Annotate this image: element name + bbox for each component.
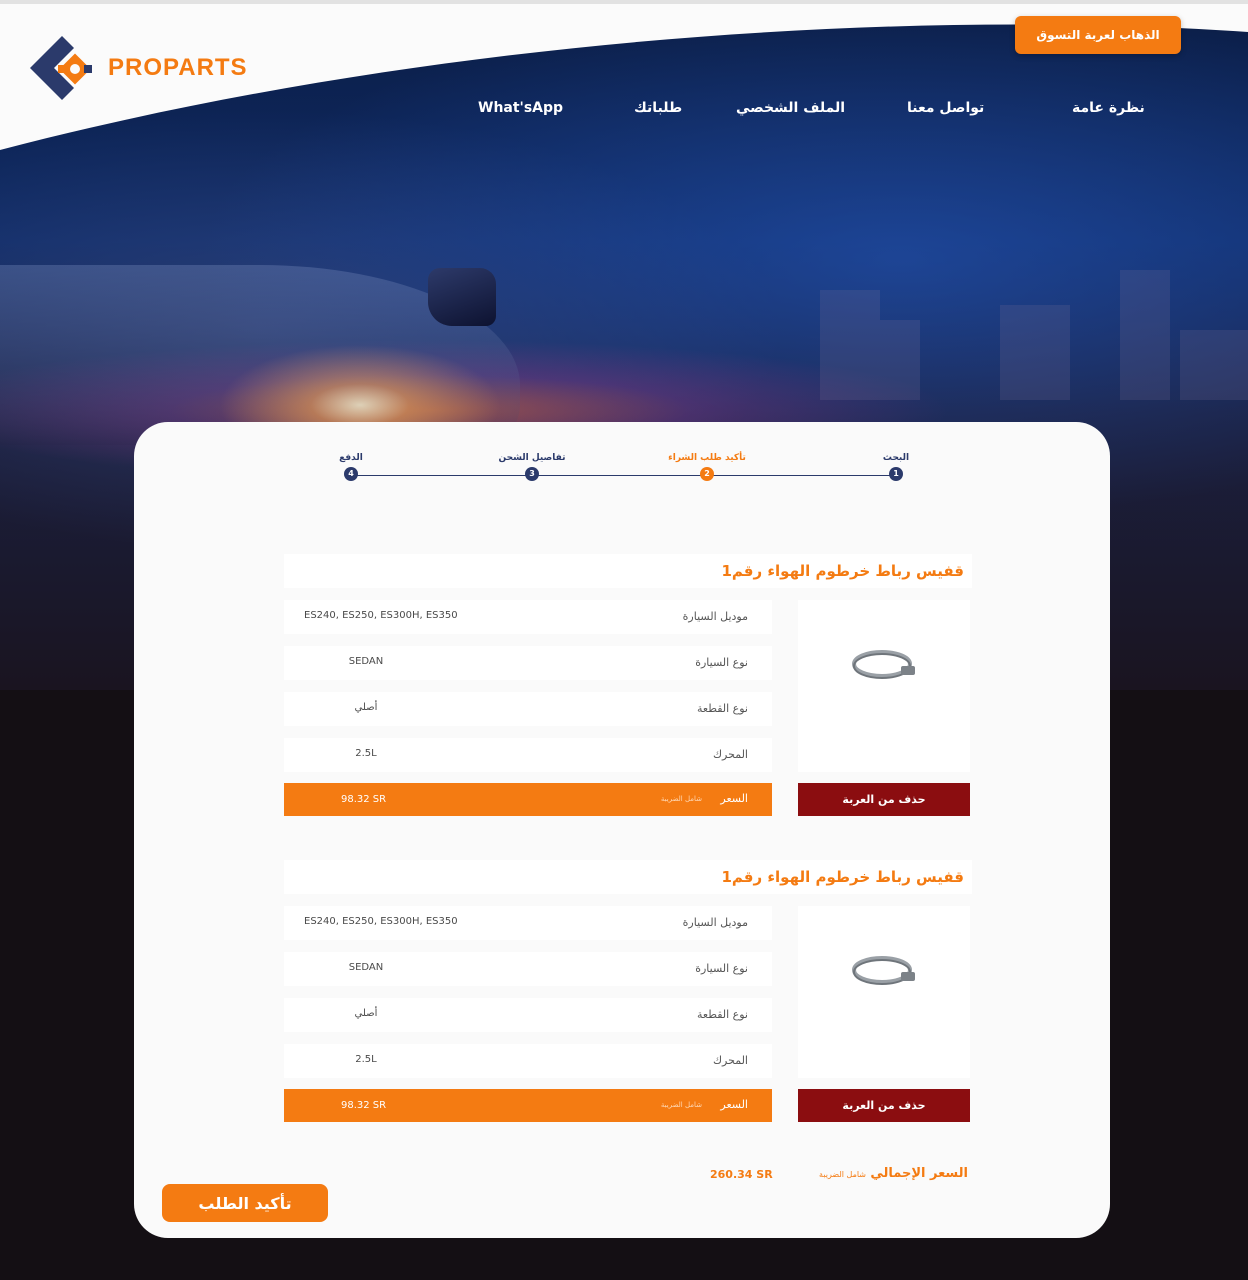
- spec-value: ES240, ES250, ES300H, ES350: [304, 916, 458, 927]
- confirm-order-button[interactable]: تأكيد الطلب: [162, 1184, 328, 1222]
- city-building: [880, 320, 920, 400]
- step-confirm-order[interactable]: تأكيد طلب الشراء 2: [647, 450, 767, 481]
- spec-row-part-type: نوع القطعة أصلي: [284, 998, 772, 1032]
- nav-orders[interactable]: طلباتك: [634, 100, 682, 116]
- step-payment[interactable]: الدفع 4: [291, 450, 411, 481]
- price-bar: السعر شامل الضريبة 98.32 SR: [284, 1089, 772, 1122]
- order-card: البحث 1 تأكيد طلب الشراء 2 تفاصيل الشحن …: [134, 422, 1110, 1238]
- spec-value: ES240, ES250, ES300H, ES350: [304, 610, 458, 621]
- nav-whatsapp[interactable]: What'sApp: [478, 100, 563, 116]
- city-building: [820, 290, 880, 400]
- spec-value: 2.5L: [355, 748, 377, 759]
- spec-row-model: موديل السيارة ES240, ES250, ES300H, ES35…: [284, 906, 772, 940]
- stepper-line: [350, 475, 896, 476]
- cart-item: قفيس رباط خرطوم الهواء رقم1 موديل السيار…: [284, 860, 972, 1124]
- remove-from-cart-button[interactable]: حذف من العربة: [798, 1089, 970, 1122]
- price-label: السعر: [720, 1098, 748, 1111]
- step-number: 1: [889, 467, 903, 481]
- total-price-label: السعر الإجمالي: [870, 1166, 968, 1181]
- hose-clamp-icon: [852, 956, 915, 985]
- spec-label: موديل السيارة: [682, 610, 748, 623]
- spec-label: المحرك: [712, 1054, 748, 1067]
- total-price-value: 260.34 SR: [710, 1168, 773, 1181]
- spec-value: أصلي: [354, 1008, 378, 1019]
- go-to-cart-button[interactable]: الذهاب لعربة التسوق: [1015, 16, 1181, 54]
- spec-row-car-type: نوع السيارة SEDAN: [284, 646, 772, 680]
- nav-overview[interactable]: نظرة عامة: [1072, 100, 1145, 116]
- price-tax-note: شامل الضريبة: [660, 1101, 702, 1109]
- spec-value: SEDAN: [348, 962, 384, 973]
- total-tax-note: شامل الضريبة: [819, 1170, 866, 1179]
- step-number: 4: [344, 467, 358, 481]
- product-title: قفيس رباط خرطوم الهواء رقم1: [284, 554, 972, 588]
- spec-label: نوع القطعة: [696, 1008, 748, 1021]
- spec-row-part-type: نوع القطعة أصلي: [284, 692, 772, 726]
- step-search[interactable]: البحث 1: [836, 450, 956, 481]
- spec-row-engine: المحرك 2.5L: [284, 1044, 772, 1078]
- spec-value: 2.5L: [355, 1054, 377, 1065]
- spec-label: موديل السيارة: [682, 916, 748, 929]
- proparts-logo-icon: [30, 36, 92, 100]
- spec-row-model: موديل السيارة ES240, ES250, ES300H, ES35…: [284, 600, 772, 634]
- spec-value: أصلي: [354, 702, 378, 713]
- nav-contact[interactable]: تواصل معنا: [907, 100, 984, 116]
- spec-label: نوع السيارة: [695, 656, 748, 669]
- step-number: 2: [700, 467, 714, 481]
- product-image: [798, 600, 970, 772]
- browser-edge: [0, 0, 1248, 4]
- main-nav: نظرة عامة تواصل معنا الملف الشخصي طلباتك…: [0, 100, 1248, 120]
- price-bar: السعر شامل الضريبة 98.32 SR: [284, 783, 772, 816]
- product-title: قفيس رباط خرطوم الهواء رقم1: [284, 860, 972, 894]
- spec-row-car-type: نوع السيارة SEDAN: [284, 952, 772, 986]
- spec-value: SEDAN: [348, 656, 384, 667]
- spec-label: المحرك: [712, 748, 748, 761]
- hose-clamp-icon: [852, 650, 915, 679]
- step-number: 3: [525, 467, 539, 481]
- city-building: [1000, 305, 1070, 400]
- city-building: [1120, 270, 1170, 400]
- remove-from-cart-button[interactable]: حذف من العربة: [798, 783, 970, 816]
- step-shipping-details[interactable]: تفاصيل الشحن 3: [472, 450, 592, 481]
- spec-row-engine: المحرك 2.5L: [284, 738, 772, 772]
- spec-label: نوع القطعة: [696, 702, 748, 715]
- step-label: البحث: [882, 453, 910, 463]
- price-value: 98.32 SR: [341, 1100, 387, 1111]
- logo-text: PROPARTS: [108, 54, 248, 81]
- spec-label: نوع السيارة: [695, 962, 748, 975]
- product-image: [798, 906, 970, 1078]
- step-label: الدفع: [339, 453, 363, 463]
- nav-profile[interactable]: الملف الشخصي: [736, 100, 845, 116]
- price-value: 98.32 SR: [341, 794, 387, 805]
- step-label: تفاصيل الشحن: [498, 453, 566, 463]
- step-label: تأكيد طلب الشراء: [668, 453, 746, 463]
- price-tax-note: شامل الضريبة: [660, 795, 702, 803]
- cart-item: قفيس رباط خرطوم الهواء رقم1 موديل السيار…: [284, 554, 972, 818]
- price-label: السعر: [720, 792, 748, 805]
- car-mirror-image: [428, 268, 496, 326]
- city-building: [1180, 330, 1248, 400]
- checkout-stepper: البحث 1 تأكيد طلب الشراء 2 تفاصيل الشحن …: [134, 422, 1110, 502]
- logo[interactable]: PROPARTS: [28, 34, 248, 102]
